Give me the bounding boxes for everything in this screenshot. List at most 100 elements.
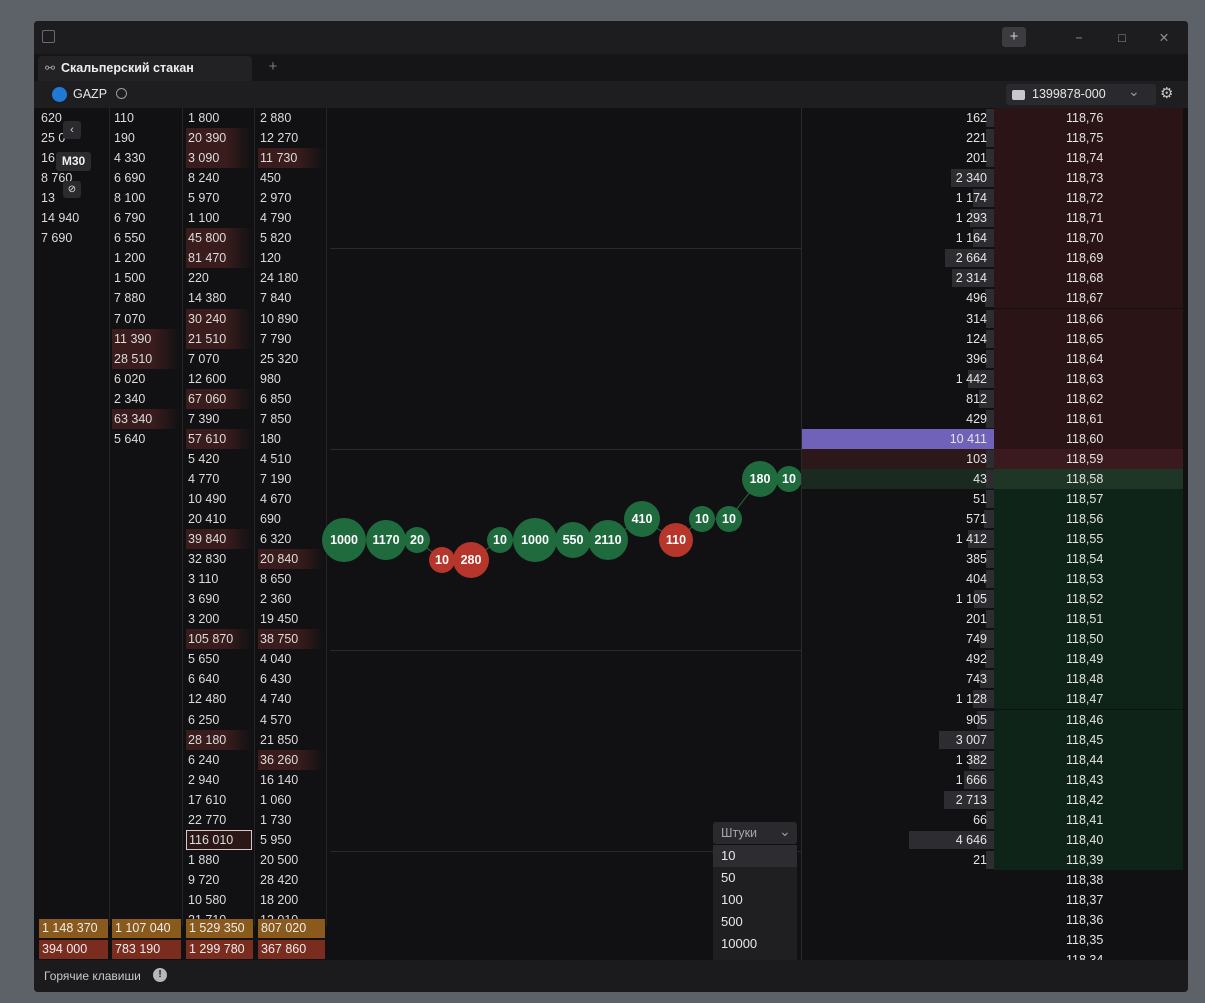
orderbook-row[interactable]: 1 412 118,55 [802, 529, 1183, 550]
orderbook-row[interactable]: 743 118,48 [802, 669, 1183, 690]
orderbook-volume: 51 [973, 491, 987, 506]
window-layout-icon[interactable] [42, 30, 55, 43]
orderbook-row[interactable]: 118,35 [802, 930, 1183, 950]
orderbook-volume: 124 [966, 331, 987, 346]
orderbook-row[interactable]: 1 128 118,47 [802, 689, 1183, 710]
total-volume-bottom: 783 190 [112, 940, 181, 959]
trade-cell: 110 [114, 111, 134, 125]
quantity-option[interactable]: 500 [713, 911, 797, 933]
orderbook-row[interactable]: 124 118,65 [802, 328, 1183, 349]
orderbook-row[interactable]: 10 411 118,60 [802, 428, 1183, 449]
search-icon[interactable] [116, 88, 127, 99]
new-window-button[interactable]: + [1002, 27, 1026, 47]
info-icon[interactable]: ! [153, 968, 167, 982]
orderbook-row[interactable]: 51 118,57 [802, 488, 1183, 509]
orderbook-row[interactable]: 2 713 118,42 [802, 789, 1183, 810]
orderbook-row[interactable]: 571 118,56 [802, 509, 1183, 529]
quantity-header[interactable]: Штуки ⌄ [713, 822, 797, 844]
trade-cell: 1 880 [188, 852, 220, 867]
trade-cell: 120 [260, 251, 281, 266]
quantity-option[interactable]: 10 [713, 845, 797, 867]
buy-trade-bubble: 550 [555, 522, 591, 558]
orderbook-volume: 314 [966, 311, 987, 326]
orderbook-row[interactable]: 404 118,53 [802, 569, 1183, 590]
orderbook-volume: 396 [966, 351, 987, 366]
orderbook-volume: 103 [966, 451, 987, 466]
trade-cell: 6 020 [114, 371, 146, 386]
orderbook-volume: 201 [966, 151, 987, 166]
orderbook-row[interactable]: 201 118,51 [802, 609, 1183, 630]
orderbook-row[interactable]: 314 118,66 [802, 308, 1183, 329]
account-label: 1399878-000 [1032, 87, 1106, 101]
minimize-button[interactable]: − [1069, 28, 1089, 48]
timeframe-button[interactable]: M30 [56, 152, 91, 171]
ticker-label: GAZP [73, 87, 108, 101]
trade-cell: 4 670 [260, 491, 292, 506]
orderbook-row[interactable]: 812 118,62 [802, 388, 1183, 409]
trade-cell: 67 060 [186, 388, 252, 409]
orderbook-volume: 1 105 [955, 592, 987, 607]
orderbook-row[interactable]: 118,34 [802, 950, 1183, 960]
orderbook-row[interactable]: 118,38 [802, 870, 1183, 890]
account-selector[interactable]: 1399878-000 ⌄ [1006, 83, 1156, 105]
timeframe-label: M30 [61, 154, 86, 168]
maximize-button[interactable]: □ [1112, 28, 1132, 48]
trade-cell: 7 880 [114, 291, 146, 306]
orderbook-row[interactable]: 21 118,39 [802, 849, 1183, 870]
trade-cell: 20 410 [188, 512, 227, 526]
orderbook-row[interactable]: 496 118,67 [802, 288, 1183, 309]
orderbook-row[interactable]: 118,36 [802, 910, 1183, 930]
orderbook-row[interactable]: 43 118,58 [802, 468, 1183, 489]
orderbook-row[interactable]: 1 164 118,70 [802, 228, 1183, 249]
orderbook-row[interactable]: 103 118,59 [802, 448, 1183, 469]
quantity-option[interactable]: 10000 [713, 933, 797, 955]
orderbook-row[interactable]: 905 118,46 [802, 709, 1183, 730]
volume-bar [986, 550, 994, 569]
orderbook-row[interactable]: 2 664 118,69 [802, 248, 1183, 269]
gazprom-logo-icon [52, 87, 67, 102]
buy-trade-bubble: 10 [487, 527, 513, 553]
orderbook-row[interactable]: 492 118,49 [802, 649, 1183, 670]
orderbook-price: 118,34 [1066, 950, 1103, 960]
orderbook-row[interactable]: 1 174 118,72 [802, 188, 1183, 209]
orderbook-row[interactable]: 201 118,74 [802, 148, 1183, 169]
trade-cell: 7 390 [188, 411, 220, 426]
trade-cell: 7 070 [188, 351, 220, 366]
orderbook-row[interactable]: 396 118,64 [802, 348, 1183, 369]
volume-bar [986, 850, 994, 869]
orderbook-row[interactable]: 3 007 118,45 [802, 729, 1183, 750]
orderbook-row[interactable]: 429 118,61 [802, 408, 1183, 429]
buy-trade-bubble: 1170 [366, 520, 406, 560]
orderbook-row[interactable]: 2 340 118,73 [802, 168, 1183, 189]
orderbook-volume: 1 412 [955, 532, 987, 547]
trade-cell: 6 640 [188, 672, 220, 687]
settings-icon[interactable]: ⚙ [1160, 86, 1173, 101]
instrument-toolbar: GAZP 1399878-000 ⌄ ⚙ [34, 81, 1188, 108]
orderbook-price: 118,66 [1066, 311, 1104, 326]
orderbook-row[interactable]: 1 442 118,63 [802, 368, 1183, 389]
orderbook-row[interactable]: 1 105 118,52 [802, 589, 1183, 610]
orderbook-row[interactable]: 162 118,76 [802, 108, 1183, 128]
ticker-selector[interactable]: GAZP [48, 85, 138, 104]
add-tab-button[interactable]: + [264, 58, 282, 76]
close-button[interactable]: ✕ [1154, 28, 1174, 48]
orderbook-row[interactable]: 118,37 [802, 890, 1183, 910]
orderbook-row[interactable]: 749 118,50 [802, 629, 1183, 650]
quantity-option[interactable]: 50 [713, 867, 797, 889]
orderbook-row[interactable]: 2 314 118,68 [802, 268, 1183, 289]
orderbook-row[interactable]: 221 118,75 [802, 128, 1183, 149]
hide-toggle-button[interactable]: ⊘ [63, 181, 81, 198]
orderbook-row[interactable]: 1 666 118,43 [802, 769, 1183, 790]
collapse-chart-button[interactable]: ‹ [63, 121, 81, 139]
orderbook-row[interactable]: 4 646 118,40 [802, 829, 1183, 850]
volume-bar [986, 149, 994, 168]
quantity-option[interactable]: 100 [713, 889, 797, 911]
trade-cell: 10 490 [188, 491, 227, 506]
orderbook-row[interactable]: 1 382 118,44 [802, 749, 1183, 770]
tab-scalper[interactable]: ⚯ Скальперский стакан [38, 56, 252, 81]
orderbook-row[interactable]: 1 293 118,71 [802, 208, 1183, 229]
orderbook-row[interactable]: 385 118,54 [802, 549, 1183, 570]
trade-cell: 19 450 [260, 612, 299, 627]
orderbook-row[interactable]: 66 118,41 [802, 809, 1183, 830]
hotkeys-label[interactable]: Горячие клавиши [44, 969, 141, 983]
